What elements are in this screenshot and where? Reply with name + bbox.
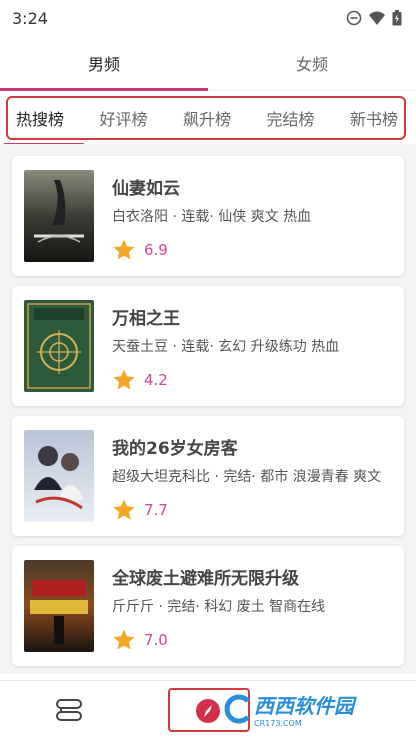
star-icon	[113, 239, 135, 260]
status-time: 3:24	[12, 8, 48, 28]
book-title: 我的26岁女房客	[112, 439, 238, 459]
book-card[interactable]: 我的26岁女房客 超级大坦克科比 · 完结· 都市 浪漫青春 爽文 7.7	[12, 416, 404, 536]
nav-bookshelf[interactable]	[0, 698, 139, 724]
book-title: 万相之王	[112, 309, 180, 329]
book-info: 仙妻如云 白衣洛阳 · 连载· 仙侠 爽文 热血 6.9	[112, 170, 392, 262]
book-info: 我的26岁女房客 超级大坦克科比 · 完结· 都市 浪漫青春 爽文 7.7	[112, 430, 392, 522]
book-meta: 斤斤斤 · 完结· 科幻 废土 智商在线	[112, 599, 326, 615]
tab-rising[interactable]: 飙升榜	[183, 106, 231, 130]
book-info: 万相之王 天蚕土豆 · 连载· 玄幻 升级练功 热血 4.2	[112, 300, 392, 392]
tab-completed[interactable]: 完结榜	[266, 106, 314, 130]
rank-tabs-section: 热搜榜 好评榜 飙升榜 完结榜 新书榜	[0, 91, 416, 146]
book-title: 全球废土避难所无限升级	[112, 569, 299, 589]
book-rating: 7.0	[112, 628, 392, 652]
book-score: 7.0	[144, 631, 168, 649]
tab-female[interactable]: 女频	[208, 36, 416, 90]
watermark: 西西软件园 CR173.COM	[222, 690, 354, 728]
book-cover	[24, 430, 94, 522]
star-icon	[113, 499, 135, 520]
tab-male[interactable]: 男频	[0, 36, 208, 90]
watermark-logo-icon	[224, 694, 250, 724]
book-card[interactable]: 全球废土避难所无限升级 斤斤斤 · 完结· 科幻 废土 智商在线 7.0	[12, 546, 404, 666]
wifi-icon	[369, 11, 385, 25]
star-icon	[113, 629, 135, 650]
status-icons	[346, 10, 402, 26]
book-cover	[24, 170, 94, 262]
book-score: 7.7	[144, 501, 168, 519]
book-meta: 超级大坦克科比 · 完结· 都市 浪漫青春 爽文	[112, 469, 382, 485]
book-rating: 7.7	[112, 498, 392, 522]
bookshelf-icon	[56, 698, 83, 721]
watermark-brand: 西西软件园	[254, 694, 354, 718]
book-card[interactable]: 仙妻如云 白衣洛阳 · 连载· 仙侠 爽文 热血 6.9	[12, 156, 404, 276]
star-icon	[113, 369, 135, 390]
gender-tabs: 男频 女频	[0, 36, 416, 91]
watermark-url: CR173.COM	[254, 719, 302, 728]
book-title: 仙妻如云	[112, 179, 180, 199]
status-bar: 3:24	[0, 0, 416, 36]
book-meta: 天蚕土豆 · 连载· 玄幻 升级练功 热血	[112, 339, 340, 355]
book-rating: 6.9	[112, 238, 392, 262]
book-card[interactable]: 万相之王 天蚕土豆 · 连载· 玄幻 升级练功 热血 4.2	[12, 286, 404, 406]
rank-tabs: 热搜榜 好评榜 飙升榜 完结榜 新书榜	[6, 96, 406, 140]
tab-top-rated[interactable]: 好评榜	[99, 106, 147, 130]
tab-hot-search[interactable]: 热搜榜	[16, 106, 64, 130]
book-score: 4.2	[144, 371, 168, 389]
book-info: 全球废土避难所无限升级 斤斤斤 · 完结· 科幻 废土 智商在线 7.0	[112, 560, 392, 652]
book-cover	[24, 560, 94, 652]
book-cover	[24, 300, 94, 392]
book-rating: 4.2	[112, 368, 392, 392]
battery-icon	[392, 10, 402, 26]
dnd-icon	[346, 10, 362, 26]
tab-new-books[interactable]: 新书榜	[350, 106, 398, 130]
book-score: 6.9	[144, 241, 168, 259]
book-list[interactable]: 仙妻如云 白衣洛阳 · 连载· 仙侠 爽文 热血 6.9 万相之王 天蚕土豆 ·…	[0, 144, 416, 674]
book-meta: 白衣洛阳 · 连载· 仙侠 爽文 热血	[112, 209, 312, 225]
